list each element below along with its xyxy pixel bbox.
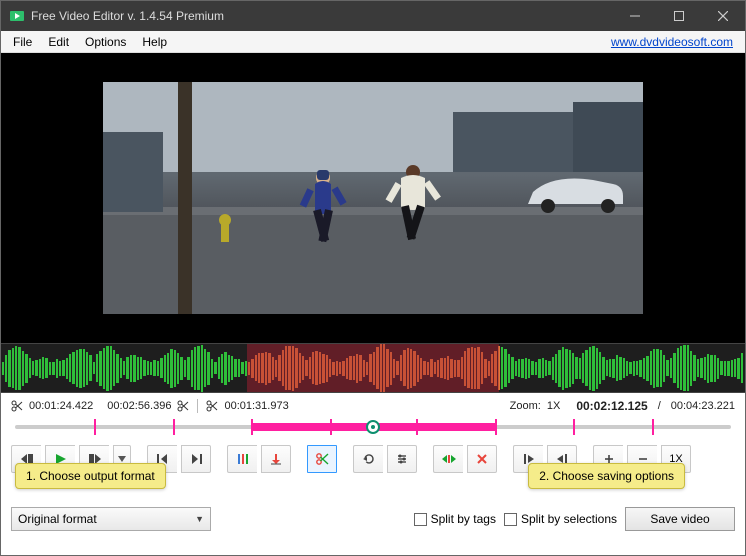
video-frame[interactable]	[103, 82, 643, 314]
split-by-tags-label: Split by tags	[431, 512, 496, 526]
output-format-value: Original format	[18, 512, 97, 526]
menu-help[interactable]: Help	[134, 33, 175, 51]
maximize-button[interactable]	[657, 1, 701, 31]
chevron-down-icon: ▼	[195, 514, 204, 524]
playhead-handle[interactable]	[366, 420, 380, 434]
skip-forward-button[interactable]	[181, 445, 211, 473]
menubar: File Edit Options Help www.dvdvideosoft.…	[1, 31, 745, 53]
undo-cut-button[interactable]	[433, 445, 463, 473]
settings-button[interactable]	[387, 445, 417, 473]
zoom-value: 1X	[547, 400, 560, 412]
website-link[interactable]: www.dvdvideosoft.com	[611, 35, 741, 49]
timeline-slider[interactable]	[15, 417, 731, 437]
separator	[197, 399, 198, 413]
split-by-selections-label: Split by selections	[521, 512, 617, 526]
menu-edit[interactable]: Edit	[40, 33, 77, 51]
time-separator: /	[658, 400, 661, 412]
checkbox-icon	[504, 513, 517, 526]
total-duration: 00:04:23.221	[671, 400, 735, 412]
selection-start-time: 00:01:24.422	[29, 400, 93, 412]
audio-waveform[interactable]	[1, 343, 745, 393]
selection-end-time: 00:02:56.396	[107, 400, 171, 412]
checkbox-icon	[414, 513, 427, 526]
bottom-bar: Original format ▼ Split by tags Split by…	[1, 493, 745, 539]
delete-button[interactable]	[467, 445, 497, 473]
minimize-button[interactable]	[613, 1, 657, 31]
rotate-button[interactable]	[353, 445, 383, 473]
playback-toolbar: 1X 1. Choose output format 2. Choose sav…	[1, 441, 745, 475]
window-titlebar: Free Video Editor v. 1.4.54 Premium	[1, 1, 745, 31]
split-by-tags-checkbox[interactable]: Split by tags	[414, 512, 496, 526]
close-button[interactable]	[701, 1, 745, 31]
menu-options[interactable]: Options	[77, 33, 134, 51]
cut-selection-button[interactable]	[307, 445, 337, 473]
scissors-icon	[206, 400, 218, 412]
save-video-label: Save video	[650, 512, 709, 526]
split-by-selections-checkbox[interactable]: Split by selections	[504, 512, 617, 526]
current-time: 00:02:12.125	[576, 399, 647, 413]
download-marker-button[interactable]	[261, 445, 291, 473]
marker-button[interactable]	[227, 445, 257, 473]
zoom-label: Zoom:	[510, 400, 541, 412]
waveform-selection	[247, 344, 500, 392]
callout-saving-options: 2. Choose saving options	[528, 463, 685, 489]
cut-duration: 00:01:31.973	[224, 400, 288, 412]
selection-info-row: 00:01:24.422 00:02:56.396 00:01:31.973 Z…	[1, 393, 745, 415]
output-format-dropdown[interactable]: Original format ▼	[11, 507, 211, 531]
window-title: Free Video Editor v. 1.4.54 Premium	[31, 9, 613, 23]
save-video-button[interactable]: Save video	[625, 507, 735, 531]
callout-output-format: 1. Choose output format	[15, 463, 166, 489]
scissors-icon	[177, 400, 189, 412]
video-preview-area	[1, 53, 745, 343]
menu-file[interactable]: File	[5, 33, 40, 51]
app-icon	[9, 8, 25, 24]
scissors-icon	[11, 400, 23, 412]
